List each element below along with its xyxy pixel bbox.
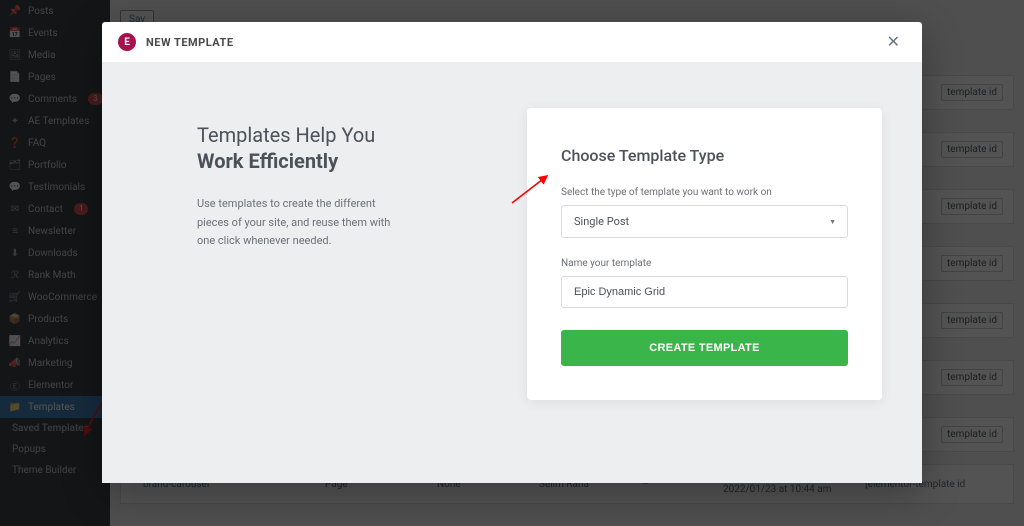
close-button[interactable]: ✕	[881, 32, 906, 52]
modal-body: Templates Help You Work Efficiently Use …	[102, 63, 922, 483]
modal-header: E NEW TEMPLATE ✕	[102, 22, 922, 63]
template-form-card: Choose Template Type Select the type of …	[527, 108, 882, 400]
modal-intro: Templates Help You Work Efficiently Use …	[102, 63, 527, 483]
modal-title: NEW TEMPLATE	[146, 36, 234, 49]
elementor-logo-icon: E	[118, 33, 136, 51]
new-template-modal: E NEW TEMPLATE ✕ Templates Help You Work…	[102, 22, 922, 483]
template-name-label: Name your template	[561, 258, 848, 269]
modal-overlay[interactable]: E NEW TEMPLATE ✕ Templates Help You Work…	[0, 0, 1024, 526]
intro-description: Use templates to create the different pi…	[197, 195, 407, 251]
card-title: Choose Template Type	[561, 146, 848, 165]
intro-heading-line1: Templates Help You	[197, 123, 487, 147]
template-type-select[interactable]: Single Post	[561, 205, 848, 238]
template-type-label: Select the type of template you want to …	[561, 187, 848, 198]
template-name-input[interactable]	[561, 276, 848, 308]
intro-heading-line2: Work Efficiently	[197, 149, 487, 173]
create-template-button[interactable]: CREATE TEMPLATE	[561, 330, 848, 366]
